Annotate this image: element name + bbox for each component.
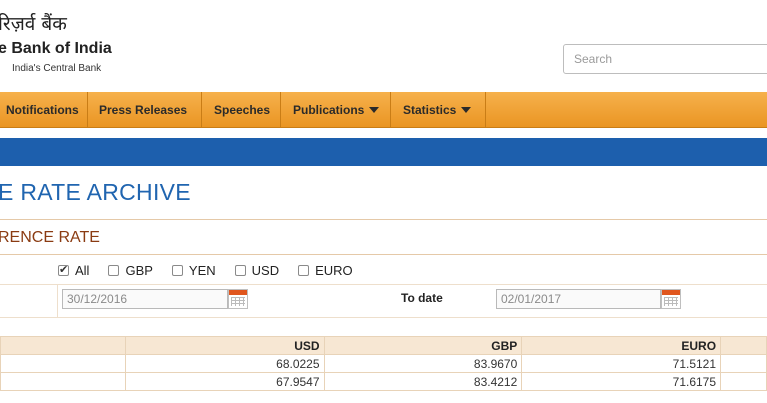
table-row: 68.0225 83.9670 71.5121 xyxy=(0,354,767,373)
table-row: 67.9547 83.4212 71.6175 xyxy=(0,372,767,391)
chevron-down-icon xyxy=(369,106,380,113)
from-date-field xyxy=(62,289,228,309)
table-cell: 71.6175 xyxy=(521,372,722,391)
nav-speeches[interactable]: Speeches xyxy=(202,92,281,127)
to-date-label: To date xyxy=(401,291,443,305)
bank-hindi-name: रिज़र्व बैंक xyxy=(0,13,67,35)
nav-label: Statistics xyxy=(403,102,457,117)
nav-publications[interactable]: Publications xyxy=(281,92,391,127)
chevron-down-icon xyxy=(461,106,472,113)
column-header-extra xyxy=(720,336,767,355)
currency-filter: All GBP YEN USD EURO xyxy=(58,262,372,278)
main-nav: Notifications Press Releases Speeches Pu… xyxy=(0,92,767,128)
divider xyxy=(0,317,767,318)
checkbox-label: All xyxy=(75,262,90,278)
table-cell xyxy=(720,354,767,373)
page-title: E RATE ARCHIVE xyxy=(0,179,191,205)
bank-name: e Bank of India xyxy=(0,40,112,57)
checkbox-all[interactable]: All xyxy=(58,263,89,278)
nav-statistics[interactable]: Statistics xyxy=(391,92,486,127)
divider xyxy=(0,219,767,220)
column-header-gbp: GBP xyxy=(323,336,523,355)
to-date-input[interactable] xyxy=(497,292,611,306)
checkbox-label: USD xyxy=(251,262,280,278)
nav-label: Publications xyxy=(293,102,365,117)
divider xyxy=(0,254,767,255)
nav-press-releases[interactable]: Press Releases xyxy=(88,92,202,127)
nav-notifications[interactable]: Notifications xyxy=(0,92,88,127)
checkbox-box[interactable] xyxy=(108,264,120,276)
checkbox-label: EURO xyxy=(315,262,353,278)
from-date-input[interactable] xyxy=(63,292,177,306)
search-box xyxy=(563,44,767,74)
checkbox-box[interactable] xyxy=(171,264,183,276)
table-header-row: USD GBP EURO xyxy=(0,336,767,355)
table-cell xyxy=(0,354,126,373)
column-header xyxy=(0,336,126,355)
search-input[interactable] xyxy=(564,45,754,73)
checkbox-gbp[interactable]: GBP xyxy=(108,262,153,278)
checkbox-box[interactable] xyxy=(58,263,69,276)
bank-tagline: India's Central Bank xyxy=(12,63,102,74)
nav-label: Press Releases xyxy=(99,102,188,117)
calendar-icon[interactable] xyxy=(228,289,248,309)
table-cell: 67.9547 xyxy=(124,372,325,391)
table-cell xyxy=(0,372,126,391)
checkbox-label: GBP xyxy=(125,262,153,278)
checkbox-euro[interactable]: EURO xyxy=(298,263,353,278)
column-header-usd: USD xyxy=(124,336,325,355)
nav-filler xyxy=(486,92,767,127)
divider xyxy=(57,284,58,317)
table-cell: 83.9670 xyxy=(323,354,523,373)
checkbox-label: YEN xyxy=(188,262,216,278)
table-cell: 71.5121 xyxy=(521,354,722,373)
rate-table: USD GBP EURO 68.0225 83.9670 71.5121 67.… xyxy=(0,336,767,391)
nav-label: Notifications xyxy=(6,102,79,117)
table-cell: 68.0225 xyxy=(124,354,325,373)
checkbox-usd[interactable]: USD xyxy=(234,262,280,278)
checkbox-box[interactable] xyxy=(298,264,310,276)
checkbox-box[interactable] xyxy=(234,264,246,276)
nav-label: Speeches xyxy=(214,102,271,117)
calendar-icon[interactable] xyxy=(661,289,681,309)
column-header-euro: EURO xyxy=(521,336,722,355)
table-cell xyxy=(720,372,767,391)
to-date-field xyxy=(496,289,661,309)
section-title: RENCE RATE xyxy=(0,229,100,246)
table-cell: 83.4212 xyxy=(323,372,523,391)
divider xyxy=(0,284,767,285)
blue-banner xyxy=(0,138,767,166)
checkbox-yen[interactable]: YEN xyxy=(171,262,216,278)
